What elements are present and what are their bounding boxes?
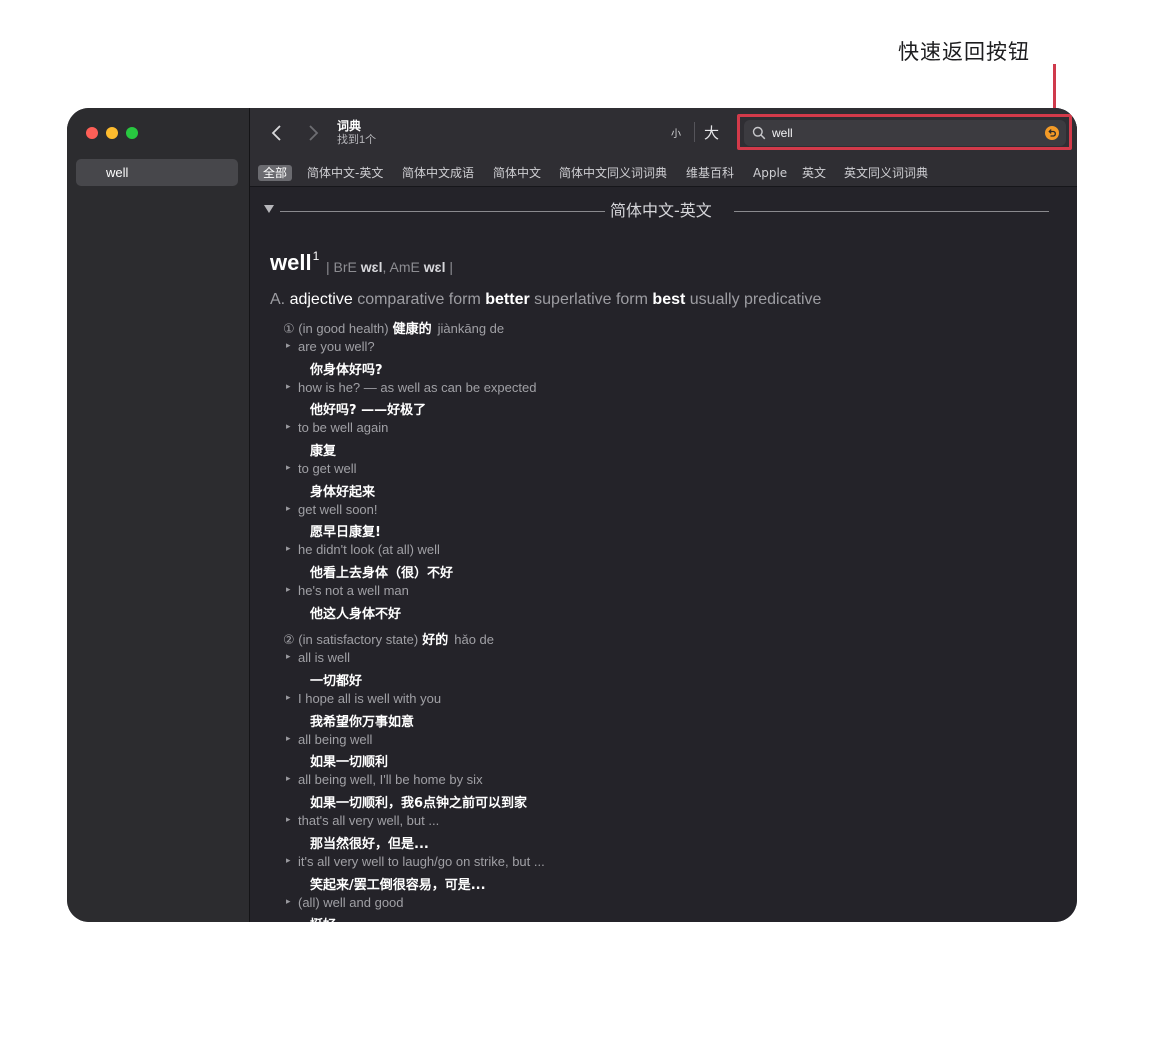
sense-1: ① (in good health) 健康的 jiànkāng de	[283, 318, 504, 337]
pos-note: usually predicative	[689, 291, 822, 308]
sense-gloss: (in good health)	[298, 321, 389, 336]
minimize-window-button[interactable]	[106, 127, 118, 139]
section-header: 简体中文-英文	[264, 201, 1049, 221]
sense-chinese: 健康的	[392, 322, 432, 337]
example-en: all is well	[286, 650, 350, 665]
example-zh: 身体好起来	[310, 485, 376, 500]
example-en: to be well again	[286, 420, 388, 435]
example-zh: 笑起来/罢工倒很容易，可是...	[310, 878, 486, 893]
pron-sep: |	[445, 259, 454, 275]
font-larger-button[interactable]: 大	[704, 122, 719, 143]
pos-comp-label: comparative form	[357, 291, 481, 308]
example-en: he's not a well man	[286, 583, 409, 598]
search-icon	[752, 126, 766, 140]
pron-bre: wɛl	[360, 259, 383, 275]
search-input[interactable]	[772, 124, 1032, 142]
sidebar-item-well[interactable]: well	[76, 159, 238, 186]
example-zh: 他这人身体不好	[310, 607, 402, 622]
tab-chinese[interactable]: 简体中文	[493, 165, 541, 181]
chevron-left-icon	[271, 125, 281, 141]
example-en: how is he? — as well as can be expected	[286, 380, 536, 395]
sense-number: ②	[283, 632, 295, 647]
pos-sup-label: superlative form	[534, 291, 648, 308]
main-pane: 词典 找到1个 小 大 全	[250, 108, 1077, 922]
example-zh: 我希望你万事如意	[310, 715, 415, 730]
pronunciation: | BrE wɛl, AmE wɛl |	[326, 259, 453, 275]
example-en: all being well	[286, 732, 373, 747]
example-en: he didn't look (at all) well	[286, 542, 440, 557]
pos-comparative: better	[485, 291, 530, 308]
example-zh: 愿早日康复!	[310, 525, 381, 540]
search-field[interactable]	[744, 120, 1066, 146]
annotation-label: 快速返回按钮	[898, 40, 1030, 64]
example-zh: 他看上去身体（很）不好	[310, 566, 454, 581]
headword-superscript: 1	[312, 249, 320, 263]
sense-chinese: 好的	[422, 633, 449, 648]
headword-text: well	[270, 250, 312, 275]
example-en: all being well, I'll be home by six	[286, 772, 483, 787]
tab-all[interactable]: 全部	[258, 165, 293, 181]
toolbar-divider	[694, 122, 695, 142]
part-of-speech-line: A. adjective comparative form better sup…	[270, 291, 821, 309]
example-zh: 如果一切顺利	[310, 755, 389, 770]
font-smaller-button[interactable]: 小	[671, 125, 681, 140]
title-block: 词典 找到1个	[337, 119, 376, 147]
example-zh: 康复	[310, 444, 337, 459]
chevron-right-icon	[309, 125, 319, 141]
sidebar: well	[67, 108, 250, 922]
section-title: 简体中文-英文	[605, 201, 717, 221]
example-en: get well soon!	[286, 502, 377, 517]
source-tabs: 全部 简体中文-英文 简体中文成语 简体中文 简体中文同义词词典 维基百科 Ap…	[250, 160, 1077, 187]
close-window-button[interactable]	[86, 127, 98, 139]
sense-2: ② (in satisfactory state) 好的 hǎo de	[283, 629, 494, 648]
forward-button[interactable]	[301, 121, 325, 145]
example-zh: 一切都好	[310, 674, 363, 689]
pos-letter: A.	[270, 291, 286, 308]
tab-english-thesaurus[interactable]: 英文同义词词典	[844, 165, 928, 181]
sense-pinyin: hǎo de	[454, 632, 494, 647]
example-zh: 挺好	[310, 914, 336, 922]
pos-superlative: best	[652, 291, 686, 308]
entry-content: 简体中文-英文 well1 | BrE wɛl, AmE wɛl | A. ad…	[250, 187, 1077, 922]
quick-back-button[interactable]	[1045, 126, 1059, 140]
window-title: 词典	[337, 119, 362, 133]
example-en: it's all very well to laugh/go on strike…	[286, 854, 545, 869]
headword: well1	[270, 249, 319, 276]
section-rule-left	[280, 211, 610, 212]
back-button[interactable]	[265, 121, 289, 145]
example-zh: 他好吗? ——好极了	[310, 403, 427, 418]
toolbar: 词典 找到1个 小 大	[250, 108, 1077, 160]
example-en: are you well?	[286, 339, 375, 354]
disclosure-triangle-icon[interactable]	[264, 205, 274, 213]
tab-wikipedia[interactable]: 维基百科	[686, 165, 734, 181]
pron-sep: | BrE	[326, 259, 361, 275]
example-en: (all) well and good	[286, 895, 403, 910]
sense-number: ①	[283, 321, 295, 336]
zoom-window-button[interactable]	[126, 127, 138, 139]
example-en: that's all very well, but ...	[286, 813, 439, 828]
example-en: to get well	[286, 461, 356, 476]
tab-chinese-idioms[interactable]: 简体中文成语	[402, 165, 474, 181]
pron-sep: , AmE	[382, 259, 424, 275]
sense-gloss: (in satisfactory state)	[298, 632, 419, 647]
example-zh: 那当然很好，但是...	[310, 837, 429, 852]
tab-chinese-english[interactable]: 简体中文-英文	[307, 165, 383, 181]
pos-word: adjective	[289, 291, 353, 308]
tab-apple[interactable]: Apple	[753, 165, 787, 181]
tab-english[interactable]: 英文	[802, 165, 826, 181]
example-zh: 你身体好吗?	[310, 363, 383, 378]
sense-pinyin: jiànkāng de	[437, 321, 505, 336]
back-arrow-icon	[1048, 129, 1056, 137]
tab-chinese-thesaurus[interactable]: 简体中文同义词词典	[559, 165, 667, 181]
example-en: I hope all is well with you	[286, 691, 441, 706]
section-rule-right	[734, 211, 1049, 212]
dictionary-window: well 词典 找到1个 小 大 well 全部 简体中文-英文 简体中文成语 …	[67, 108, 1077, 922]
example-zh: 如果一切顺利，我6点钟之前可以到家	[310, 796, 528, 811]
window-subtitle: 找到1个	[337, 134, 377, 146]
pron-ame: wɛl	[423, 259, 446, 275]
